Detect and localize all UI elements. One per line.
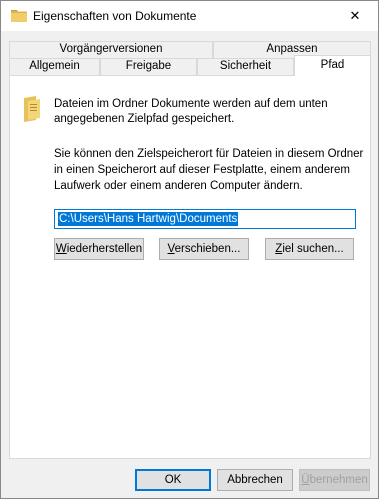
tab-label: Sicherheit xyxy=(219,60,272,72)
tab-security[interactable]: Sicherheit xyxy=(197,58,294,75)
move-mnemonic: V xyxy=(167,243,175,255)
path-value: C:\Users\Hans Hartwig\Documents xyxy=(58,212,239,226)
find-target-button[interactable]: Ziel suchen... xyxy=(265,238,354,260)
tab-label: Freigabe xyxy=(125,60,172,72)
tab-label: Anpassen xyxy=(266,43,318,55)
cancel-label: Abbrechen xyxy=(227,474,283,486)
title-bar: Eigenschaften von Dokumente ✕ xyxy=(1,1,378,31)
tab-general[interactable]: Allgemein xyxy=(9,58,100,75)
info-text: Sie können den Zielspeicherort für Datei… xyxy=(54,148,364,192)
folder-icon xyxy=(11,8,27,22)
close-button[interactable]: ✕ xyxy=(332,1,378,31)
path-tab-panel: Dateien im Ordner Dokumente werden auf d… xyxy=(9,75,371,459)
ok-label: OK xyxy=(164,474,182,486)
tab-sharing[interactable]: Freigabe xyxy=(100,58,197,75)
apply-button[interactable]: Übernehmen xyxy=(299,469,370,491)
tab-path[interactable]: Pfad xyxy=(294,55,371,76)
cancel-button[interactable]: Abbrechen xyxy=(217,469,293,491)
path-input[interactable]: C:\Users\Hans Hartwig\Documents xyxy=(54,209,356,229)
tab-label: Allgemein xyxy=(29,60,80,72)
description-text: Dateien im Ordner Dokumente werden auf d… xyxy=(54,98,328,125)
restore-mnemonic: W xyxy=(55,243,67,255)
move-label: erschieben... xyxy=(174,243,241,255)
find-target-label: iel suchen... xyxy=(282,243,344,255)
properties-dialog: Eigenschaften von Dokumente ✕ Vorgängerv… xyxy=(0,0,379,499)
window-title: Eigenschaften von Dokumente xyxy=(33,9,197,23)
documents-folder-icon xyxy=(22,96,42,122)
tab-label: Pfad xyxy=(320,59,345,71)
close-icon: ✕ xyxy=(349,8,361,23)
tab-previous-versions[interactable]: Vorgängerversionen xyxy=(9,41,213,58)
restore-button[interactable]: Wiederherstellen xyxy=(54,238,144,260)
move-button[interactable]: Verschieben... xyxy=(159,238,249,260)
apply-label: bernehmen xyxy=(309,474,368,486)
tab-label: Vorgängerversionen xyxy=(59,43,163,55)
restore-label: iederherstellen xyxy=(66,243,143,255)
ok-button[interactable]: OK xyxy=(135,469,211,491)
apply-mnemonic: Ü xyxy=(301,474,310,486)
